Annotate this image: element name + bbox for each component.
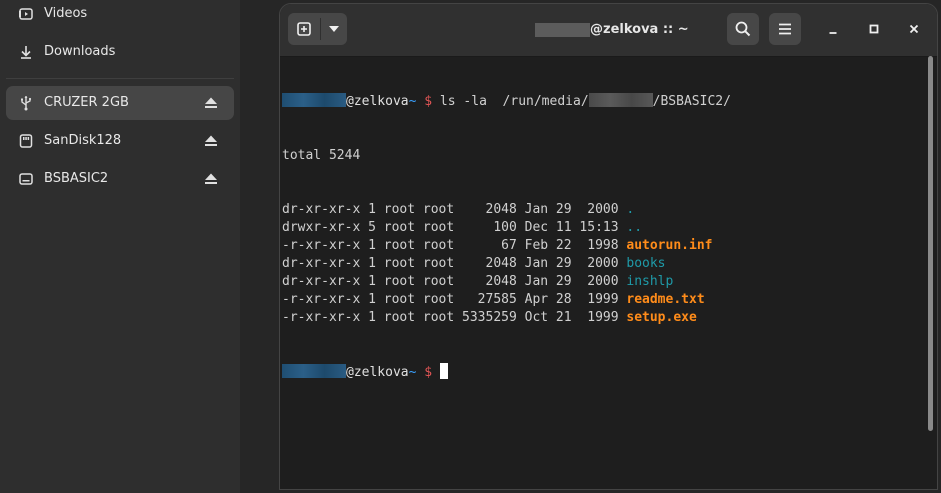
listing-filename: .. [626, 220, 643, 235]
listing-filename: readme.txt [626, 292, 705, 307]
chevron-down-icon [329, 26, 339, 32]
listing-attributes: dr-xr-xr-x 1 root root 2048 Jan 29 2000 [282, 202, 627, 217]
minimize-icon [829, 32, 837, 34]
drive-icon [19, 173, 33, 185]
new-tab-dropdown-button[interactable] [321, 13, 347, 45]
main-menu-button[interactable] [769, 13, 801, 45]
eject-icon[interactable] [204, 172, 218, 186]
listing-row: -r-xr-xr-x 1 root root 27585 Apr 28 1999… [282, 291, 731, 309]
listing-attributes: dr-xr-xr-x 1 root root 2048 Jan 29 2000 [282, 256, 627, 271]
minimize-button[interactable] [822, 18, 844, 40]
terminal-headerbar[interactable]: @zelkova :: ~ [280, 4, 937, 57]
listing-attributes: -r-xr-xr-x 1 root root 27585 Apr 28 1999 [282, 292, 627, 307]
scrollbar[interactable] [928, 56, 933, 431]
prompt-host: @zelkova [346, 365, 409, 380]
title-text: @zelkova :: ~ [590, 22, 689, 37]
listing-filename: . [626, 202, 635, 217]
prompt-dollar: $ [424, 94, 433, 109]
new-tab-split-button[interactable] [288, 13, 347, 45]
sidebar-item-label: SanDisk128 [44, 133, 122, 148]
listing-row: -r-xr-xr-x 1 root root 67 Feb 22 1998 au… [282, 237, 731, 255]
listing-filename: setup.exe [626, 310, 697, 325]
sidebar-device-sandisk128[interactable]: SanDisk128 [6, 124, 234, 158]
total-line: total 5244 [282, 148, 361, 163]
command-text-tail: /BSBASIC2/ [652, 94, 731, 109]
command-text: ls -la /run/media/ [432, 94, 589, 109]
sidebar-item-label: Downloads [44, 44, 116, 59]
prompt-line: @zelkova~ $ [282, 363, 731, 381]
listing-row: -r-xr-xr-x 1 root root 5335259 Oct 21 19… [282, 309, 731, 327]
search-icon [735, 21, 751, 37]
listing-row: dr-xr-xr-x 1 root root 2048 Jan 29 2000 … [282, 201, 731, 219]
listing-row: dr-xr-xr-x 1 root root 2048 Jan 29 2000 … [282, 255, 731, 273]
prompt-dollar: $ [424, 365, 433, 380]
sidebar-device-cruzer[interactable]: CRUZER 2GB [6, 86, 234, 120]
prompt-host: @zelkova [346, 94, 409, 109]
terminal-output[interactable]: @zelkova~ $ ls -la /run/media/ /BSBASIC2/… [280, 57, 937, 489]
sidebar-item-label: Videos [44, 6, 88, 21]
new-tab-icon [297, 22, 311, 36]
listing-filename: books [626, 256, 666, 271]
sidebar-item-label: BSBASIC2 [44, 171, 109, 186]
redacted-username [282, 93, 346, 107]
sidebar-item-videos[interactable]: Videos [6, 0, 234, 31]
download-icon [21, 46, 31, 59]
listing-attributes: -r-xr-xr-x 1 root root 67 Feb 22 1998 [282, 238, 627, 253]
new-tab-button[interactable] [288, 13, 320, 45]
listing-filename: autorun.inf [626, 238, 713, 253]
redacted-path-segment [588, 93, 653, 107]
redacted-username [535, 22, 590, 37]
files-sidebar: Videos Downloads CRUZER 2GB SanDisk128 B… [0, 0, 240, 493]
text-cursor [439, 363, 448, 379]
eject-icon[interactable] [204, 96, 218, 110]
close-icon [909, 24, 919, 34]
maximize-icon [869, 24, 879, 34]
sidebar-item-downloads[interactable]: Downloads [6, 35, 234, 69]
drive-icon [19, 134, 33, 148]
listing-attributes: dr-xr-xr-x 1 root root 2048 Jan 29 2000 [282, 274, 627, 289]
window-title: @zelkova :: ~ [535, 4, 689, 56]
listing-attributes: -r-xr-xr-x 1 root root 5335259 Oct 21 19… [282, 310, 627, 325]
command-line: @zelkova~ $ ls -la /run/media//BSBASIC2/ [282, 93, 731, 111]
usb-icon [21, 96, 32, 111]
sidebar-device-bsbasic2[interactable]: BSBASIC2 [6, 162, 234, 196]
redacted-username [282, 364, 346, 378]
listing-row: dr-xr-xr-x 1 root root 2048 Jan 29 2000 … [282, 273, 731, 291]
listing-row: drwxr-xr-x 5 root root 100 Dec 11 15:13 … [282, 219, 731, 237]
listing-filename: inshlp [626, 274, 674, 289]
video-folder-icon [19, 8, 33, 20]
hamburger-menu-icon [779, 23, 791, 35]
sidebar-item-label: CRUZER 2GB [44, 95, 129, 110]
listing-attributes: drwxr-xr-x 5 root root 100 Dec 11 15:13 [282, 220, 627, 235]
terminal-window[interactable]: @zelkova :: ~ @zelkova~ $ ls -la /run/me… [279, 3, 938, 490]
close-button[interactable] [903, 18, 925, 40]
sidebar-divider [6, 78, 234, 79]
eject-icon[interactable] [204, 134, 218, 148]
maximize-button[interactable] [863, 18, 885, 40]
search-button[interactable] [727, 13, 759, 45]
